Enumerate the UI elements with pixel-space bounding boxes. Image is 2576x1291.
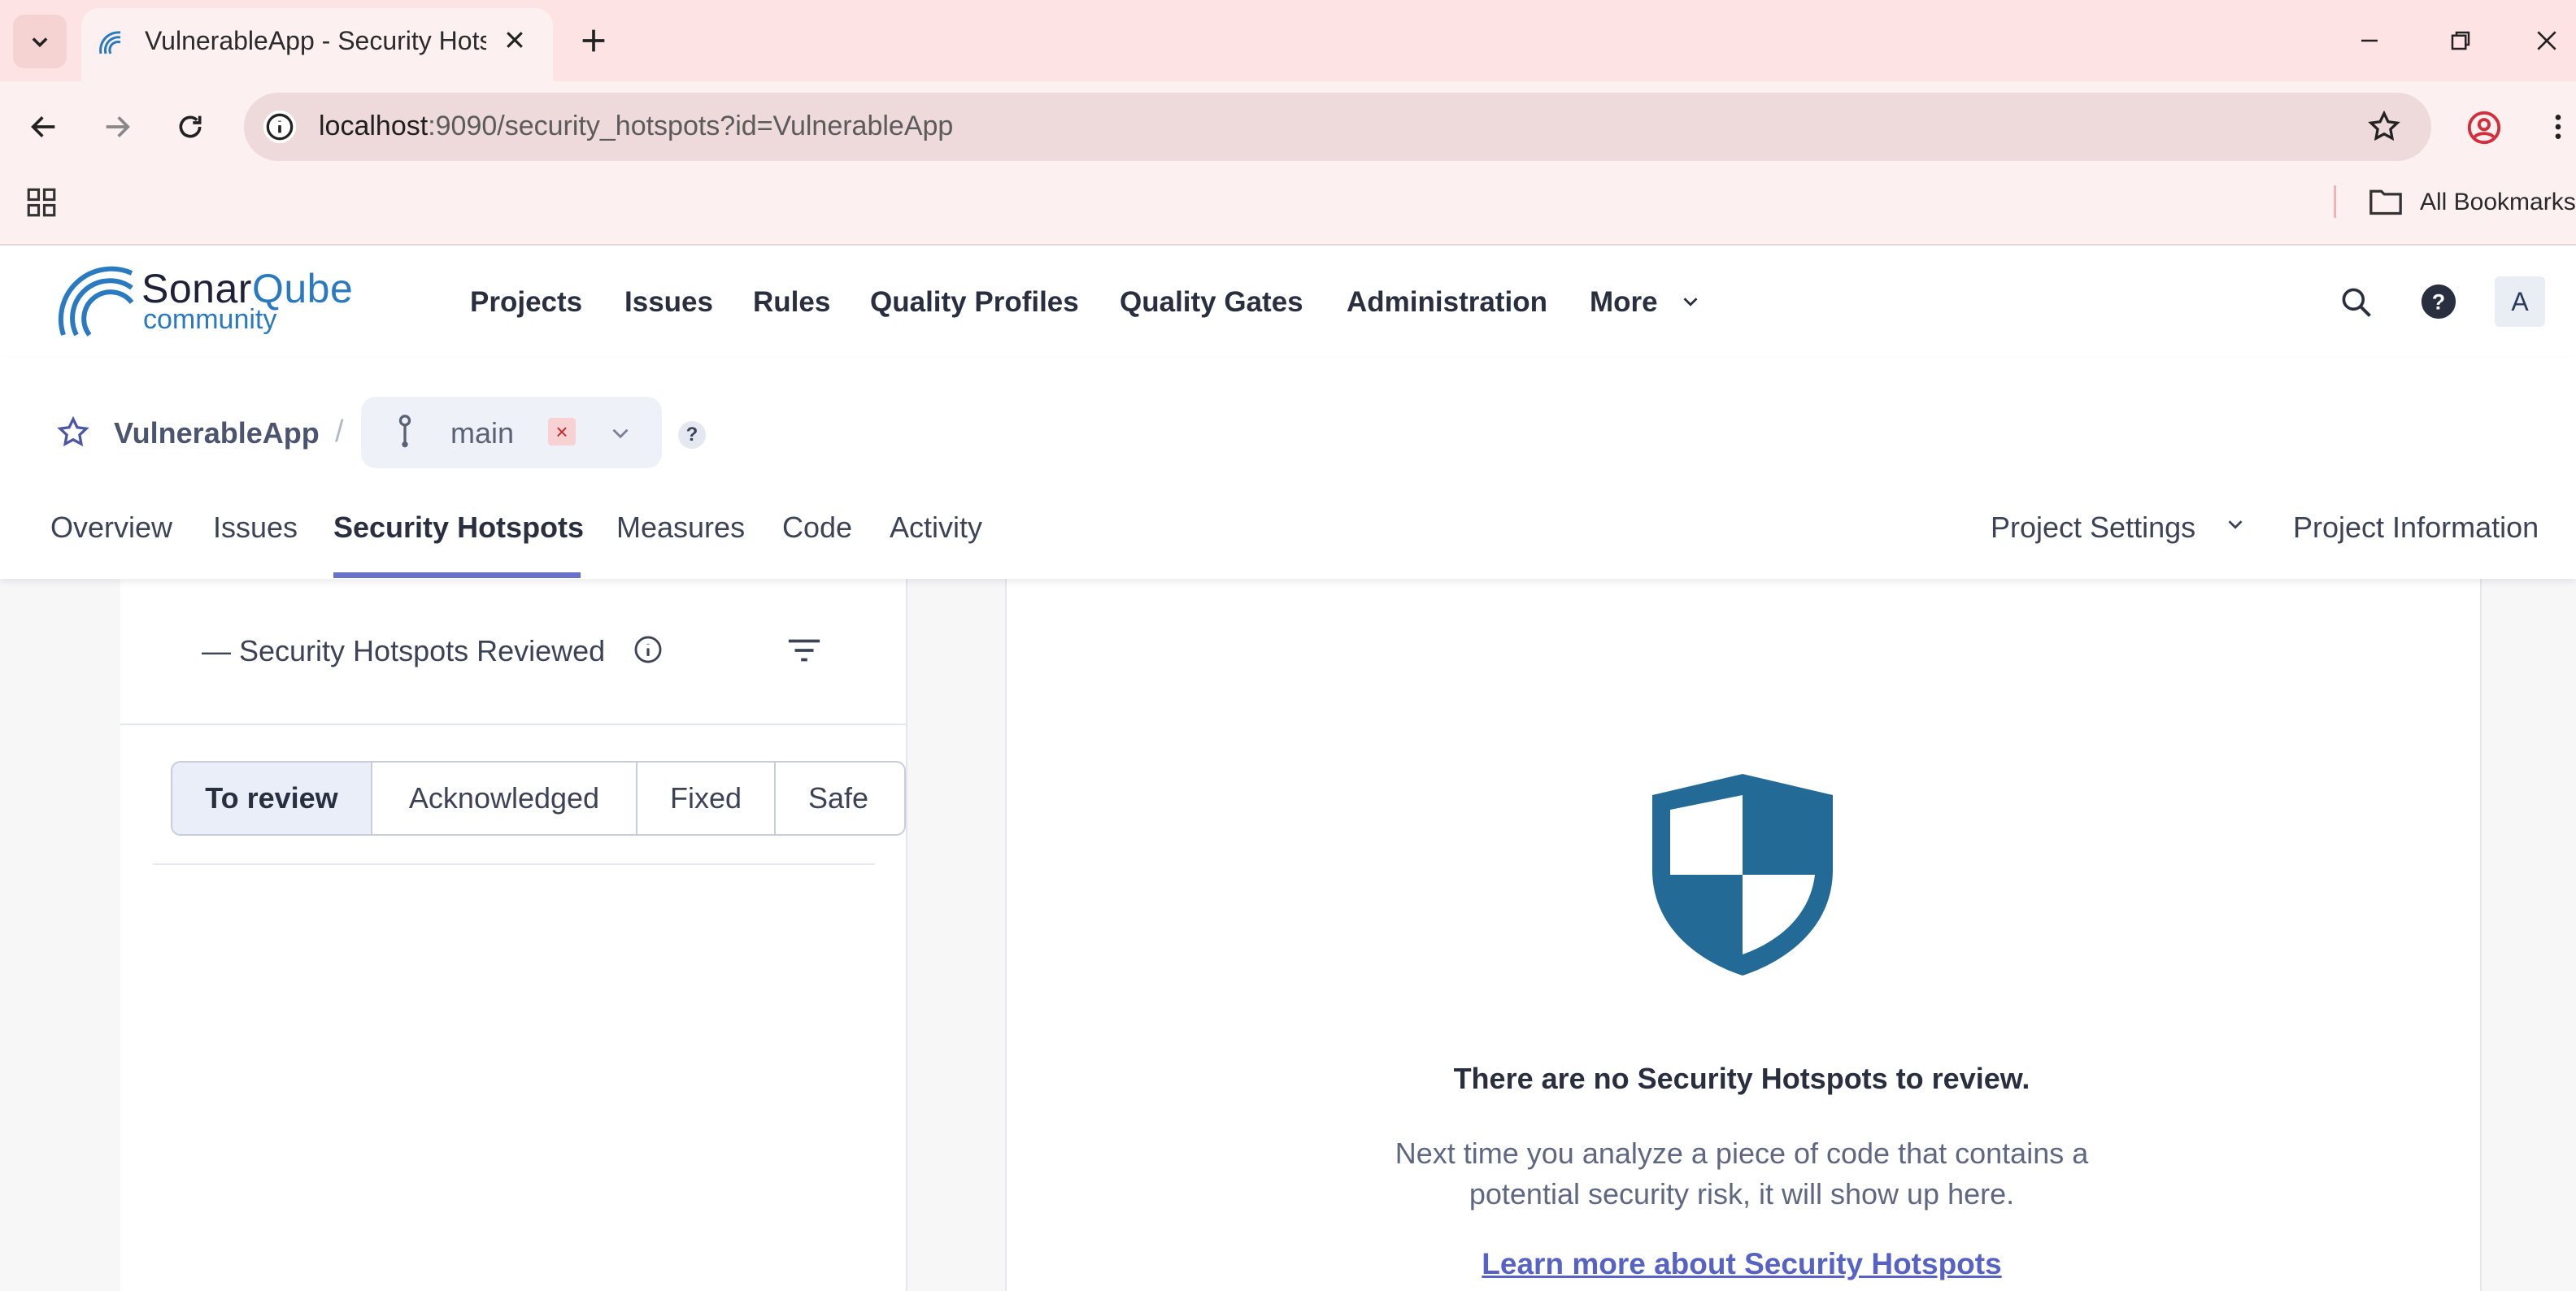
nav-rules[interactable]: Rules xyxy=(753,286,830,319)
svg-text:?: ? xyxy=(2432,290,2445,315)
hotspots-sidebar xyxy=(120,579,907,1291)
shield-icon xyxy=(1652,774,1833,976)
url-text[interactable]: localhost:9090/security_hotspots?id=Vuln… xyxy=(319,111,953,142)
tab-measures[interactable]: Measures xyxy=(616,511,745,545)
close-icon xyxy=(2537,31,2556,50)
project-navigation xyxy=(0,358,2576,579)
bookmark-star-icon[interactable] xyxy=(2366,109,2402,145)
breadcrumb-separator: / xyxy=(335,415,344,449)
tab-search-button[interactable] xyxy=(13,15,67,68)
filter-icon[interactable] xyxy=(785,634,823,667)
status-filter-toggle: To review Acknowledged Fixed Safe xyxy=(171,761,906,836)
project-name-link[interactable]: VulnerableApp xyxy=(114,416,320,450)
project-information-link[interactable]: Project Information xyxy=(2293,511,2539,545)
restore-button[interactable] xyxy=(2435,16,2487,65)
filter-to-review[interactable]: To review xyxy=(172,763,372,834)
empty-state-description: Next time you analyze a piece of code th… xyxy=(1005,1133,2478,1215)
tab-activity[interactable]: Activity xyxy=(890,511,982,545)
chevron-down-icon xyxy=(2228,520,2243,529)
chevron-down-icon xyxy=(32,37,48,48)
logo-edition: community xyxy=(143,304,277,335)
nav-quality-gates[interactable]: Quality Gates xyxy=(1120,286,1303,319)
minimize-icon xyxy=(2361,39,2378,42)
nav-quality-profiles[interactable]: Quality Profiles xyxy=(870,286,1079,319)
branch-help-icon[interactable]: ? xyxy=(678,421,706,449)
tab-overview[interactable]: Overview xyxy=(50,511,172,545)
sonarqube-logo-icon[interactable] xyxy=(55,265,137,340)
nav-issues[interactable]: Issues xyxy=(624,286,713,319)
hotspots-reviewed-label: — Security Hotspots Reviewed xyxy=(202,634,606,667)
nav-administration[interactable]: Administration xyxy=(1347,286,1547,319)
filter-acknowledged[interactable]: Acknowledged xyxy=(372,763,637,834)
apps-grid-icon[interactable] xyxy=(24,185,59,220)
bookmarks-bar xyxy=(0,172,2576,246)
sonarqube-favicon-icon xyxy=(99,31,121,54)
bookmarks-separator xyxy=(2334,185,2336,218)
site-info-icon[interactable] xyxy=(262,109,298,145)
tab-title: VulnerableApp - Security Hotspots xyxy=(145,26,486,55)
panel-divider xyxy=(120,724,906,725)
close-window-button[interactable] xyxy=(2521,16,2573,65)
tab-issues[interactable]: Issues xyxy=(213,511,298,545)
close-tab-icon[interactable] xyxy=(503,28,527,52)
favorite-star-icon[interactable] xyxy=(55,415,91,450)
filter-safe[interactable]: Safe xyxy=(776,763,901,834)
learn-more-link[interactable]: Learn more about Security Hotspots xyxy=(1005,1247,2478,1281)
branch-icon xyxy=(398,415,411,448)
nav-projects[interactable]: Projects xyxy=(470,286,582,319)
url-path: :9090/security_hotspots?id=VulnerableApp xyxy=(428,111,954,141)
tab-code[interactable]: Code xyxy=(782,511,852,545)
empty-state-title: There are no Security Hotspots to review… xyxy=(1453,1062,2030,1095)
folder-icon xyxy=(2369,189,2402,215)
chevron-down-icon xyxy=(1683,298,1698,306)
tab-security-hotspots[interactable]: Security Hotspots xyxy=(333,511,584,545)
url-host: localhost xyxy=(319,111,429,141)
browser-menu-icon[interactable] xyxy=(2542,109,2574,145)
back-icon[interactable] xyxy=(28,111,60,143)
active-tab-indicator xyxy=(333,572,581,578)
reload-icon[interactable] xyxy=(174,111,207,143)
profile-icon[interactable] xyxy=(2465,109,2503,146)
user-avatar[interactable]: A xyxy=(2495,276,2545,327)
restore-icon xyxy=(2451,31,2470,50)
project-settings-menu[interactable]: Project Settings xyxy=(1991,511,2195,545)
minimize-button[interactable] xyxy=(2343,16,2395,65)
forward-icon[interactable] xyxy=(101,111,133,143)
info-icon[interactable] xyxy=(633,634,664,665)
branch-name: main xyxy=(450,416,515,450)
all-bookmarks-link[interactable]: All Bookmarks xyxy=(2420,189,2576,216)
list-divider xyxy=(153,863,875,865)
new-tab-icon[interactable] xyxy=(577,24,610,57)
chevron-down-icon xyxy=(612,428,629,439)
empty-state-line-2: potential security risk, it will show up… xyxy=(1469,1177,2015,1211)
nav-more[interactable]: More xyxy=(1590,286,1658,319)
empty-state-line-1: Next time you analyze a piece of code th… xyxy=(1395,1137,2089,1170)
quality-gate-failed-badge: × xyxy=(548,418,576,446)
help-icon[interactable]: ? xyxy=(2420,283,2457,320)
filter-fixed[interactable]: Fixed xyxy=(637,763,776,834)
search-icon[interactable] xyxy=(2339,285,2374,320)
